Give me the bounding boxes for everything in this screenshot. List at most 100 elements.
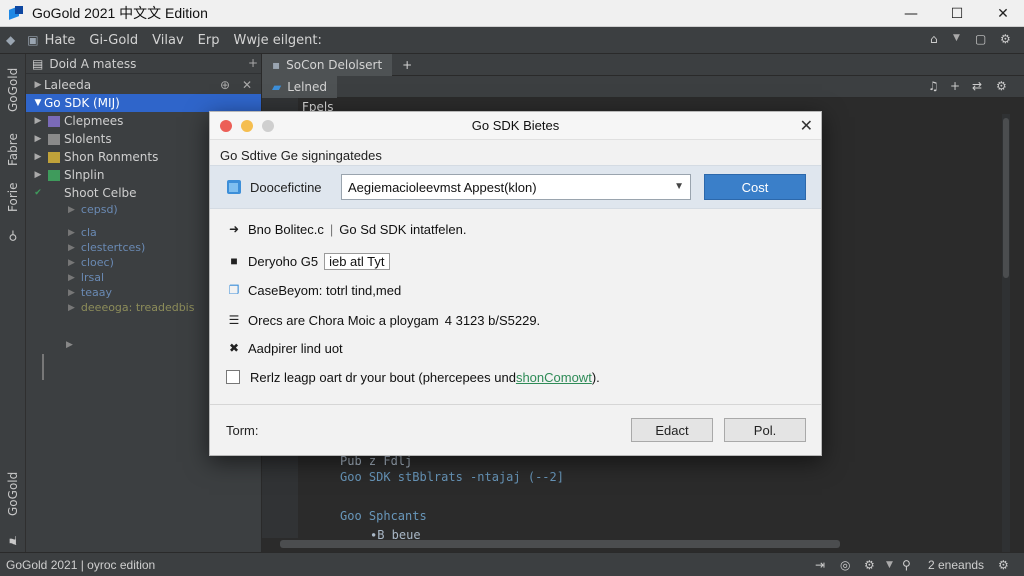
cost-button[interactable]: Cost bbox=[704, 174, 806, 200]
tree-item-selected[interactable]: ▼ Go SDK (MIJ) bbox=[26, 94, 261, 112]
minimize-button[interactable]: — bbox=[888, 0, 934, 27]
add-icon[interactable]: + bbox=[950, 79, 960, 93]
list-icon: ☰ bbox=[228, 313, 240, 327]
scrollbar-thumb[interactable] bbox=[1003, 118, 1009, 278]
locate-icon[interactable]: ⊕ bbox=[220, 78, 230, 92]
expand-icon: ▶ bbox=[34, 116, 42, 126]
maximize-button[interactable]: ☐ bbox=[934, 0, 980, 27]
module-icon bbox=[48, 151, 60, 163]
dropdown-chevron-icon[interactable]: ▼ bbox=[886, 560, 893, 570]
dropdown-chevron-icon[interactable]: ▼ bbox=[953, 33, 960, 43]
settings-icon[interactable]: ⚙ bbox=[996, 79, 1007, 93]
status-icon-2[interactable]: ◎ bbox=[840, 558, 850, 572]
new-tab-button[interactable]: + bbox=[392, 54, 422, 76]
window-title: GoGold 2021 中文文 Edition bbox=[32, 5, 208, 21]
tree-item-label: Slolents bbox=[64, 132, 112, 146]
bell-icon[interactable]: ♫ bbox=[928, 79, 939, 93]
dialog-item: ☰ Orecs are Chora Moic a ploygam 4 3123 … bbox=[226, 310, 541, 330]
status-icon-4[interactable]: ⚲ bbox=[902, 558, 911, 572]
edact-button[interactable]: Edact bbox=[631, 418, 713, 442]
dialog-minimize-light[interactable] bbox=[241, 120, 253, 132]
menu-item-3[interactable]: Vilav bbox=[152, 33, 184, 48]
expand-icon: ▶ bbox=[34, 80, 42, 90]
bookmark-icon[interactable]: ⚑ bbox=[0, 530, 26, 550]
dialog-item: ■ Deryoho G5 ieb atl Tyt bbox=[226, 251, 390, 271]
tool-tab-fabre[interactable]: Fabre bbox=[0, 128, 26, 172]
dialog-item-extra: 4 3123 b/S5229. bbox=[444, 312, 541, 328]
arrow-right-icon: ➜ bbox=[228, 222, 240, 236]
code-line[interactable]: Pub z Fdlj bbox=[340, 454, 412, 468]
menu-item-4[interactable]: Erp bbox=[198, 33, 220, 48]
checkbox-label-end: ). bbox=[591, 369, 600, 385]
close-window-button[interactable]: ✕ bbox=[980, 0, 1024, 27]
build-icon[interactable]: ⌂ bbox=[930, 32, 938, 46]
go-sdk-dialog: Go SDK Bietes ✕ Go Sdtive Ge signingated… bbox=[209, 111, 822, 456]
file-icon bbox=[48, 133, 60, 145]
tree-root-label: Laleeda bbox=[44, 78, 92, 92]
editor-tab-row-2: ▰ Lelned ♫ + ⇄ ⚙ bbox=[262, 75, 1024, 98]
dialog-item-text: CaseBeyom: totrl tind,med bbox=[248, 282, 402, 298]
dialog-close-light[interactable] bbox=[220, 120, 232, 132]
dialog-footer: Torm: Edact Pol. bbox=[210, 404, 821, 455]
dialog-titlebar: Go SDK Bietes ✕ bbox=[210, 112, 821, 140]
separator: | bbox=[329, 221, 334, 237]
project-panel-title: Doid A matess bbox=[49, 56, 137, 71]
project-icon[interactable]: ▣ bbox=[27, 33, 38, 47]
dialog-item-text: Orecs are Chora Moic a ploygam bbox=[248, 312, 439, 328]
tree-root[interactable]: ▶ Laleeda ⊕ ✕ bbox=[26, 76, 261, 94]
menu-item-2[interactable]: Gi-Gold bbox=[89, 33, 138, 48]
panel-close-icon[interactable]: ✕ bbox=[242, 78, 252, 92]
sdk-folder-icon bbox=[227, 180, 241, 194]
expand-icon: ▶ bbox=[34, 134, 42, 144]
dialog-checkbox[interactable] bbox=[226, 370, 240, 384]
run-config-icon[interactable]: ▢ bbox=[975, 32, 986, 46]
status-icon-1[interactable]: ⇥ bbox=[815, 558, 825, 572]
settings-icon[interactable]: ⚙ bbox=[1000, 32, 1011, 46]
menu-item-5[interactable]: Wwje eilgent: bbox=[233, 33, 321, 48]
dialog-item: ➜ Bno Bolitec.c | Go Sd SDK intatfelen. bbox=[226, 219, 466, 239]
tool-tab-forie[interactable]: Forie bbox=[0, 176, 26, 218]
editor-tab-second[interactable]: ▰ Lelned bbox=[262, 75, 338, 98]
dialog-zoom-light[interactable] bbox=[262, 120, 274, 132]
sdk-selector-row: Doocefictine Aegiemacioleevmst Appest(kl… bbox=[210, 165, 821, 209]
code-line[interactable]: Goo SDK stBblrats -ntajaj (--2] bbox=[340, 470, 564, 484]
sdk-select[interactable]: Aegiemacioleevmst Appest(klon) ▼ bbox=[341, 174, 691, 200]
editor-tab-top[interactable]: ▪ SoCon Delolsert bbox=[262, 53, 393, 76]
menu-item-1[interactable]: Hate bbox=[45, 33, 76, 48]
expand-icon[interactable]: ▶ bbox=[66, 340, 73, 350]
folder-icon: ■ bbox=[230, 254, 238, 268]
status-right[interactable]: 2 eneands bbox=[928, 558, 984, 572]
nav-icon[interactable]: ◆ bbox=[6, 33, 15, 47]
status-bar: GoGold 2021 | oyroc edition ⇥ ◎ ⚙ ▼ ⚲ 2 … bbox=[0, 552, 1024, 576]
main-menubar: ◆ ▣ Hate Gi-Gold Vilav Erp Wwje eilgent:… bbox=[0, 27, 1024, 54]
tree-guide bbox=[42, 354, 52, 380]
dialog-item-input[interactable]: ieb atl Tyt bbox=[324, 252, 390, 270]
status-icon-3[interactable]: ⚙ bbox=[864, 558, 875, 572]
tool-tab-gogold[interactable]: GoGold bbox=[0, 60, 26, 120]
pol-button[interactable]: Pol. bbox=[724, 418, 806, 442]
sdk-select-value: Aegiemacioleevmst Appest(klon) bbox=[348, 179, 537, 195]
expand-icon: ▶ bbox=[34, 152, 42, 162]
editor-tab-top-label: SoCon Delolsert bbox=[286, 57, 383, 72]
dialog-item: ❐ CaseBeyom: totrl tind,med bbox=[226, 280, 402, 300]
tools-icon: ✖ bbox=[228, 341, 240, 355]
dialog-close-icon[interactable]: ✕ bbox=[800, 116, 813, 136]
checkbox-label: Rerlz leagp oart dr your bout (phercepee… bbox=[250, 369, 516, 385]
tree-item-label: Shoot Celbe bbox=[64, 186, 137, 200]
code-line[interactable]: Goo Sphcants bbox=[340, 509, 427, 523]
tool-tab-gogold-bottom[interactable]: GoGold bbox=[0, 464, 26, 524]
window-titlebar: GoGold 2021 中文文 Edition — ☐ ✕ bbox=[0, 0, 1024, 27]
structure-icon[interactable]: ⚲ bbox=[0, 226, 26, 246]
split-icon[interactable]: ⇄ bbox=[972, 79, 982, 93]
tree-item-selected-label: Go SDK (MIJ) bbox=[44, 96, 120, 110]
vertical-scrollbar[interactable] bbox=[1002, 114, 1010, 574]
panel-add-icon[interactable]: + bbox=[248, 56, 258, 70]
editor-tab-row: ▪ SoCon Delolsert + bbox=[262, 53, 1024, 76]
checkbox-link[interactable]: shonComowt bbox=[516, 370, 592, 385]
tree-item-label: Slnplin bbox=[64, 168, 105, 182]
settings-icon[interactable]: ⚙ bbox=[998, 558, 1009, 572]
dialog-checkbox-row[interactable]: Rerlz leagp oart dr your bout (phercepee… bbox=[226, 367, 600, 387]
status-left: GoGold 2021 | oyroc edition bbox=[6, 557, 156, 572]
horizontal-scrollbar[interactable] bbox=[280, 540, 840, 548]
